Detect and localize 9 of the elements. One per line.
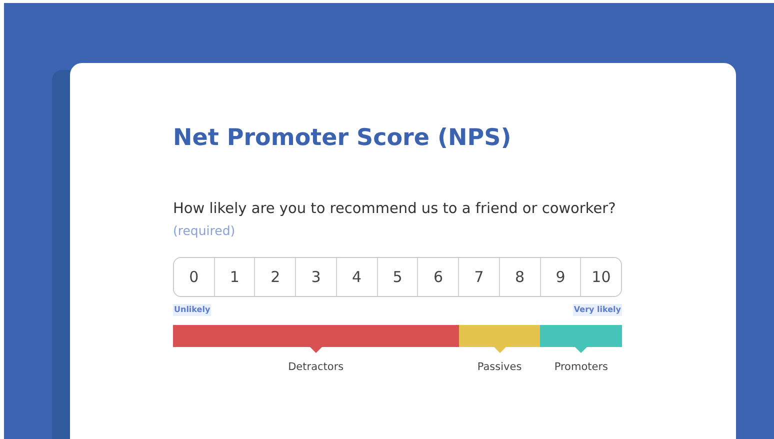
scale-high-label: Very likely [572,304,622,316]
segment-label: Passives [477,360,522,376]
scale-low-label: Unlikely [173,304,212,316]
question-text: How likely are you to recommend us to a friend or coworker? [173,200,617,219]
required-note: (required) [173,222,236,240]
segment-label: Detractors [288,360,344,376]
score-option[interactable]: 0 [174,258,215,296]
survey-title: Net Promoter Score (NPS) [173,125,512,153]
segment-label: Promoters [554,360,608,376]
